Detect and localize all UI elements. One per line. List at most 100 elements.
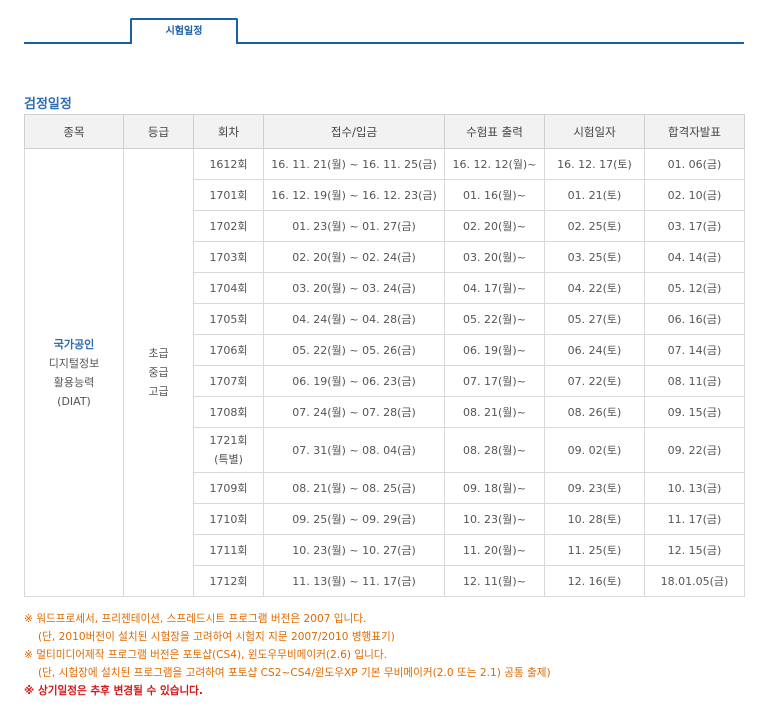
exam-date-cell: 11. 25(토)	[544, 534, 645, 566]
result-cell: 04. 14(금)	[644, 241, 745, 273]
round-cell: 1707회	[193, 365, 264, 397]
registration-cell: 01. 23(월) ~ 01. 27(금)	[263, 210, 445, 242]
ticket-cell: 08. 21(월)~	[444, 396, 545, 428]
category-line2: 디지털정보	[48, 356, 100, 370]
header-grade: 등급	[123, 114, 194, 149]
ticket-cell: 03. 20(월)~	[444, 241, 545, 273]
result-cell: 05. 12(금)	[644, 272, 745, 304]
exam-date-cell: 02. 25(토)	[544, 210, 645, 242]
result-cell: 02. 10(금)	[644, 179, 745, 211]
result-cell: 18.01.05(금)	[644, 565, 745, 597]
result-cell: 08. 11(금)	[644, 365, 745, 397]
grade-line1: 초급	[148, 347, 169, 360]
registration-cell: 09. 25(월) ~ 09. 29(금)	[263, 503, 445, 535]
ticket-cell: 04. 17(월)~	[444, 272, 545, 304]
ticket-cell: 05. 22(월)~	[444, 303, 545, 335]
result-cell: 03. 17(금)	[644, 210, 745, 242]
ticket-cell: 02. 20(월)~	[444, 210, 545, 242]
registration-cell: 06. 19(월) ~ 06. 23(금)	[263, 365, 445, 397]
table-row: 국가공인 디지털정보 활용능력 (DIAT) 초급 중급 고급 1612회 16…	[24, 148, 745, 597]
result-cell: 09. 15(금)	[644, 396, 745, 428]
registration-cell: 05. 22(월) ~ 05. 26(금)	[263, 334, 445, 366]
exam-date-cell: 09. 02(토)	[544, 427, 645, 473]
exam-date-cell: 12. 16(토)	[544, 565, 645, 597]
round-special-label: (특별)	[214, 453, 243, 466]
ticket-cell: 07. 17(월)~	[444, 365, 545, 397]
result-cell: 10. 13(금)	[644, 472, 745, 504]
registration-cell: 08. 21(월) ~ 08. 25(금)	[263, 472, 445, 504]
tab-bar: 시험일정	[24, 18, 744, 44]
exam-date-cell: 03. 25(토)	[544, 241, 645, 273]
ticket-cell: 16. 12. 12(월)~	[444, 148, 545, 180]
registration-cell: 02. 20(월) ~ 02. 24(금)	[263, 241, 445, 273]
registration-cell: 11. 13(월) ~ 11. 17(금)	[263, 565, 445, 597]
exam-date-cell: 07. 22(토)	[544, 365, 645, 397]
round-cell: 1704회	[193, 272, 264, 304]
note-change-warning: ※ 상기일정은 추후 변경될 수 있습니다.	[24, 685, 203, 697]
header-result: 합격자발표	[644, 114, 745, 149]
registration-cell: 10. 23(월) ~ 10. 27(금)	[263, 534, 445, 566]
registration-cell: 07. 31(월) ~ 08. 04(금)	[263, 427, 445, 473]
registration-cell: 03. 20(월) ~ 03. 24(금)	[263, 272, 445, 304]
header-exam-date: 시험일자	[544, 114, 645, 149]
ticket-cell: 06. 19(월)~	[444, 334, 545, 366]
header-category: 종목	[24, 114, 124, 149]
grade-cell: 초급 중급 고급	[123, 148, 194, 597]
notes: ※ 워드프로세서, 프리젠테이션, 스프레드시트 프로그램 버전은 2007 입…	[24, 610, 754, 700]
round-label: 1721회	[209, 434, 248, 447]
registration-cell: 16. 12. 19(월) ~ 16. 12. 23(금)	[263, 179, 445, 211]
round-cell: 1701회	[193, 179, 264, 211]
result-cell: 06. 16(금)	[644, 303, 745, 335]
category-cell: 국가공인 디지털정보 활용능력 (DIAT)	[24, 148, 124, 597]
registration-cell: 07. 24(월) ~ 07. 28(금)	[263, 396, 445, 428]
tab-exam-schedule[interactable]: 시험일정	[130, 18, 238, 44]
exam-date-cell: 08. 26(토)	[544, 396, 645, 428]
round-cell: 1705회	[193, 303, 264, 335]
result-cell: 12. 15(금)	[644, 534, 745, 566]
exam-date-cell: 09. 23(토)	[544, 472, 645, 504]
header-registration: 접수/입금	[263, 114, 445, 149]
result-cell: 01. 06(금)	[644, 148, 745, 180]
result-cell: 07. 14(금)	[644, 334, 745, 366]
round-cell: 1703회	[193, 241, 264, 273]
round-cell: 1711회	[193, 534, 264, 566]
note-multimedia-detail: (단, 시험장에 설치된 프로그램을 고려하여 포토샵 CS2~CS4/윈도우X…	[38, 667, 551, 679]
category-line1: 국가공인	[53, 337, 95, 351]
round-cell: 1710회	[193, 503, 264, 535]
ticket-cell: 01. 16(월)~	[444, 179, 545, 211]
category-line3: 활용능력	[53, 375, 95, 389]
registration-cell: 16. 11. 21(월) ~ 16. 11. 25(금)	[263, 148, 445, 180]
result-cell: 09. 22(금)	[644, 427, 745, 473]
round-cell: 1721회 (특별)	[193, 427, 264, 473]
header-round: 회차	[193, 114, 264, 149]
exam-date-cell: 04. 22(토)	[544, 272, 645, 304]
round-cell: 1702회	[193, 210, 264, 242]
exam-date-cell: 10. 28(토)	[544, 503, 645, 535]
note-multimedia: ※ 멀티미디어제작 프로그램 버전은 포토샵(CS4), 윈도우무비메이커(2.…	[24, 649, 387, 661]
registration-cell: 04. 24(월) ~ 04. 28(금)	[263, 303, 445, 335]
round-cell: 1612회	[193, 148, 264, 180]
ticket-cell: 12. 11(월)~	[444, 565, 545, 597]
note-version-detail: (단, 2010버전이 설치된 시험장을 고려하여 시험지 지문 2007/20…	[38, 631, 395, 643]
round-cell: 1708회	[193, 396, 264, 428]
ticket-cell: 10. 23(월)~	[444, 503, 545, 535]
round-cell: 1706회	[193, 334, 264, 366]
grade-line3: 고급	[148, 385, 169, 398]
schedule-table: 종목 등급 회차 접수/입금 수험표 출력 시험일자 합격자발표 국가공인 디지…	[24, 114, 745, 597]
exam-date-cell: 01. 21(토)	[544, 179, 645, 211]
ticket-cell: 11. 20(월)~	[444, 534, 545, 566]
round-cell: 1712회	[193, 565, 264, 597]
ticket-cell: 09. 18(월)~	[444, 472, 545, 504]
table-header-row: 종목 등급 회차 접수/입금 수험표 출력 시험일자 합격자발표	[24, 114, 745, 149]
result-cell: 11. 17(금)	[644, 503, 745, 535]
exam-date-cell: 05. 27(토)	[544, 303, 645, 335]
section-title: 검정일정	[24, 97, 72, 112]
category-line4: (DIAT)	[57, 394, 91, 408]
ticket-cell: 08. 28(월)~	[444, 427, 545, 473]
header-ticket: 수험표 출력	[444, 114, 545, 149]
round-cell: 1709회	[193, 472, 264, 504]
grade-line2: 중급	[148, 366, 169, 379]
exam-date-cell: 16. 12. 17(토)	[544, 148, 645, 180]
note-version: ※ 워드프로세서, 프리젠테이션, 스프레드시트 프로그램 버전은 2007 입…	[24, 613, 367, 625]
exam-date-cell: 06. 24(토)	[544, 334, 645, 366]
